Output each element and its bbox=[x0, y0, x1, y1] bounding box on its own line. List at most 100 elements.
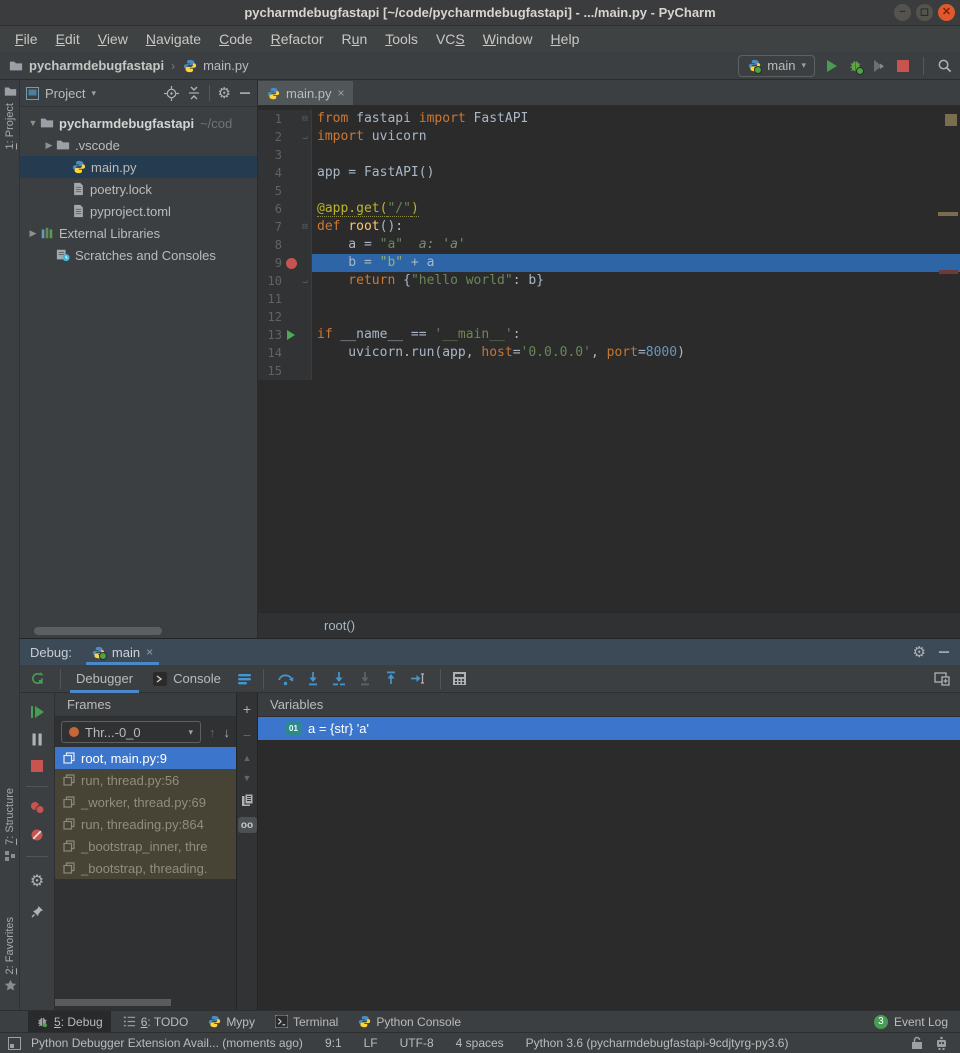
menu-item-edit[interactable]: Edit bbox=[47, 28, 89, 50]
breadcrumb-file[interactable]: main.py bbox=[203, 58, 249, 73]
step-into-icon[interactable] bbox=[306, 671, 320, 686]
add-watch-icon[interactable]: + bbox=[243, 701, 251, 717]
status-segment-5[interactable]: Python 3.6 (pycharmdebugfastapi-9cdjtyrg… bbox=[515, 1036, 800, 1050]
sidebar-item-structure[interactable]: 7: Structure bbox=[0, 788, 20, 862]
menu-item-view[interactable]: View bbox=[89, 28, 137, 50]
step-over-icon[interactable] bbox=[277, 671, 294, 686]
tree-item--vscode[interactable]: ▶.vscode bbox=[20, 134, 257, 156]
rerun-icon[interactable] bbox=[30, 671, 45, 686]
gear-icon[interactable]: ⚙ bbox=[30, 871, 44, 891]
status-segment-1[interactable]: 9:1 bbox=[314, 1036, 353, 1050]
gutter-line-3[interactable]: 3 bbox=[258, 146, 312, 164]
inspection-indicator[interactable] bbox=[945, 114, 957, 126]
menu-item-help[interactable]: Help bbox=[542, 28, 589, 50]
tab-console[interactable]: Console bbox=[143, 665, 231, 693]
step-out-icon[interactable] bbox=[384, 671, 398, 686]
restore-layout-icon[interactable] bbox=[934, 672, 950, 686]
code-line-13[interactable]: 13if __name__ == '__main__': bbox=[258, 326, 960, 344]
toolwindow-button--debug[interactable]: 5: Debug bbox=[28, 1011, 111, 1033]
previous-frame-icon[interactable]: ↑ bbox=[209, 725, 216, 740]
status-segment-2[interactable]: LF bbox=[353, 1036, 389, 1050]
close-icon[interactable]: × bbox=[146, 645, 153, 659]
frame-row[interactable]: run, threading.py:864 bbox=[55, 813, 236, 835]
code-line-11[interactable]: 11 bbox=[258, 290, 960, 308]
layout-lines-icon[interactable] bbox=[231, 672, 258, 685]
run-button[interactable] bbox=[823, 58, 839, 74]
status-segment-0[interactable]: Python Debugger Extension Avail... (mome… bbox=[21, 1036, 314, 1050]
lock-icon[interactable] bbox=[911, 1036, 923, 1050]
minimize-button[interactable]: − bbox=[894, 4, 911, 21]
mute-breakpoints-icon[interactable] bbox=[30, 828, 44, 842]
watches-toggle-icon[interactable]: oo bbox=[238, 817, 257, 833]
editor-tab-mainpy[interactable]: main.py × bbox=[258, 81, 353, 105]
sidebar-item-project[interactable]: 1: Project bbox=[0, 85, 20, 149]
variable-row[interactable]: 01a = {str} 'a' bbox=[258, 717, 960, 740]
code-line-6[interactable]: 6@app.get("/") bbox=[258, 200, 960, 218]
expander-icon[interactable]: ▶ bbox=[42, 140, 56, 151]
code-line-1[interactable]: 1⊟from fastapi import FastAPI bbox=[258, 110, 960, 128]
toolwindow-button--todo[interactable]: 6: TODO bbox=[115, 1011, 197, 1033]
code-line-5[interactable]: 5 bbox=[258, 182, 960, 200]
move-up-icon[interactable]: ▲ bbox=[243, 753, 252, 763]
frame-row[interactable]: root, main.py:9 bbox=[55, 747, 236, 769]
chevron-down-icon[interactable]: ▾ bbox=[91, 88, 96, 99]
force-step-into-icon[interactable] bbox=[358, 671, 372, 686]
code-line-12[interactable]: 12 bbox=[258, 308, 960, 326]
stop-icon[interactable] bbox=[31, 760, 43, 772]
expander-icon[interactable]: ▶ bbox=[26, 228, 40, 239]
sidebar-item-favorites[interactable]: 2: Favorites bbox=[0, 917, 20, 992]
code-line-3[interactable]: 3 bbox=[258, 146, 960, 164]
search-icon[interactable] bbox=[936, 58, 952, 74]
scrollbar-warning-mark[interactable] bbox=[938, 212, 958, 216]
tree-item-scratches-and-consoles[interactable]: Scratches and Consoles bbox=[20, 244, 257, 266]
code-line-4[interactable]: 4app = FastAPI() bbox=[258, 164, 960, 182]
locate-icon[interactable] bbox=[164, 86, 179, 101]
gutter-line-5[interactable]: 5 bbox=[258, 182, 312, 200]
tree-item-pyproject-toml[interactable]: pyproject.toml bbox=[20, 200, 257, 222]
menu-item-run[interactable]: Run bbox=[333, 28, 377, 50]
gutter-line-1[interactable]: 1⊟ bbox=[258, 110, 312, 128]
code-line-10[interactable]: 10⌐ return {"hello world": b} bbox=[258, 272, 960, 290]
gutter-line-4[interactable]: 4 bbox=[258, 164, 312, 182]
menu-item-file[interactable]: File bbox=[6, 28, 47, 50]
gutter-line-7[interactable]: 7⊟ bbox=[258, 218, 312, 236]
code-line-2[interactable]: 2⌐import uvicorn bbox=[258, 128, 960, 146]
gutter-line-15[interactable]: 15 bbox=[258, 362, 312, 380]
next-frame-icon[interactable]: ↓ bbox=[224, 725, 231, 740]
frame-row[interactable]: _bootstrap_inner, thre bbox=[55, 835, 236, 857]
gutter-line-12[interactable]: 12 bbox=[258, 308, 312, 326]
evaluate-grid-icon[interactable] bbox=[446, 671, 473, 686]
menu-item-vcs[interactable]: VCS bbox=[427, 28, 474, 50]
close-button[interactable]: ✕ bbox=[938, 4, 955, 21]
code-line-14[interactable]: 14 uvicorn.run(app, host='0.0.0.0', port… bbox=[258, 344, 960, 362]
code-line-15[interactable]: 15 bbox=[258, 362, 960, 380]
gutter-line-2[interactable]: 2⌐ bbox=[258, 128, 312, 146]
frame-row[interactable]: _worker, thread.py:69 bbox=[55, 791, 236, 813]
menu-item-navigate[interactable]: Navigate bbox=[137, 28, 210, 50]
tree-item-main-py[interactable]: main.py bbox=[20, 156, 257, 178]
gutter-line-6[interactable]: 6 bbox=[258, 200, 312, 218]
collapse-all-icon[interactable] bbox=[187, 86, 201, 100]
gutter-line-8[interactable]: 8 bbox=[258, 236, 312, 254]
code-line-8[interactable]: 8 a = "a" a: 'a' bbox=[258, 236, 960, 254]
gutter-line-13[interactable]: 13 bbox=[258, 326, 312, 344]
tab-debugger[interactable]: Debugger bbox=[66, 665, 143, 693]
move-down-icon[interactable]: ▼ bbox=[243, 773, 252, 783]
pin-icon[interactable] bbox=[31, 905, 44, 918]
status-segment-3[interactable]: UTF-8 bbox=[389, 1036, 445, 1050]
tree-item-external-libraries[interactable]: ▶External Libraries bbox=[20, 222, 257, 244]
frame-row[interactable]: run, thread.py:56 bbox=[55, 769, 236, 791]
gutter-line-9[interactable]: 9 bbox=[258, 254, 312, 272]
copy-icon[interactable] bbox=[241, 793, 254, 807]
fold-marker[interactable]: ⌐ bbox=[300, 128, 310, 146]
hide-icon[interactable] bbox=[938, 646, 950, 658]
debug-session-tab[interactable]: main × bbox=[86, 639, 159, 665]
code-area[interactable]: 1⊟from fastapi import FastAPI2⌐import uv… bbox=[258, 106, 960, 612]
menu-item-refactor[interactable]: Refactor bbox=[262, 28, 333, 50]
toolwindow-button-terminal[interactable]: Terminal bbox=[267, 1011, 346, 1033]
run-to-cursor-icon[interactable] bbox=[410, 671, 427, 686]
maximize-button[interactable]: ◻ bbox=[916, 4, 933, 21]
gear-icon[interactable]: ⚙ bbox=[913, 643, 926, 661]
pause-icon[interactable] bbox=[31, 733, 43, 746]
toolwindow-button-python-console[interactable]: Python Console bbox=[350, 1011, 469, 1033]
